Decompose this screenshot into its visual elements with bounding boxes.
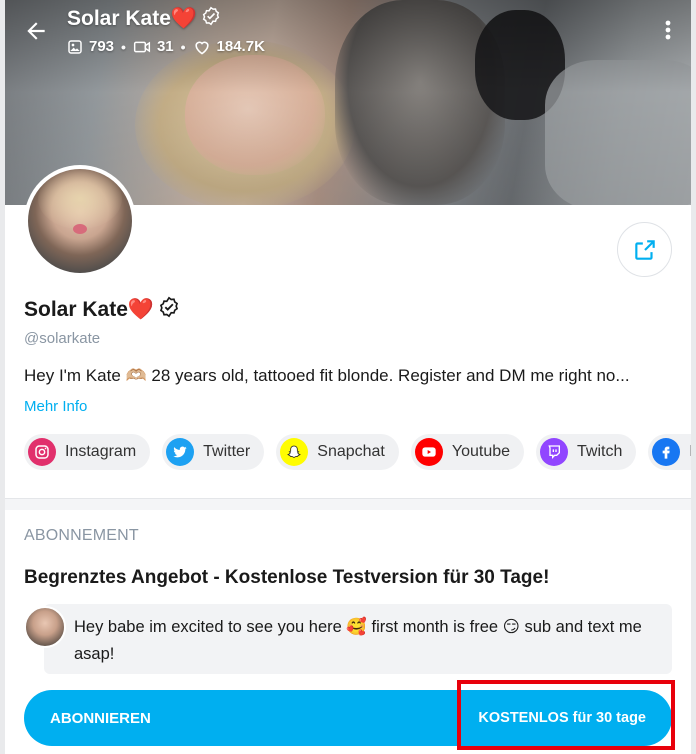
- share-button[interactable]: [617, 222, 672, 277]
- avatar-image: [28, 169, 132, 273]
- back-arrow-icon[interactable]: [23, 18, 49, 44]
- more-info-link[interactable]: Mehr Info: [24, 398, 87, 415]
- social-chip-facebook[interactable]: Fa: [648, 434, 691, 470]
- profile-handle: @solarkate: [24, 330, 101, 347]
- video-icon: [133, 41, 151, 52]
- twitch-icon: [540, 438, 569, 466]
- subscription-heading: ABONNEMENT: [24, 527, 139, 544]
- message-bubble: Hey babe im excited to see you here 🥰 fi…: [44, 604, 672, 674]
- social-chip-instagram[interactable]: Instagram: [24, 434, 151, 470]
- likes-count: 184.7K: [216, 38, 265, 55]
- social-chip-snapchat[interactable]: Snapchat: [276, 434, 399, 470]
- image-icon: [68, 39, 82, 54]
- likes-stat[interactable]: 184.7K: [193, 38, 265, 55]
- heart-icon: [194, 41, 209, 54]
- videos-stat[interactable]: 31: [133, 38, 174, 55]
- verified-icon: [158, 296, 180, 324]
- social-links: Instagram Twitter Snapchat Youtube Twitc…: [24, 434, 691, 472]
- profile-name-row: Solar Kate❤️: [24, 296, 180, 324]
- subscribe-label: ABONNIEREN: [50, 709, 151, 727]
- verified-icon: [201, 6, 221, 32]
- social-label: Snapchat: [317, 443, 385, 460]
- more-options-icon[interactable]: [663, 18, 673, 42]
- avatar[interactable]: [24, 165, 136, 277]
- header-stats: 793 • 31 • 184.7K: [67, 38, 265, 55]
- snapchat-icon: [280, 438, 309, 466]
- facebook-icon: [652, 438, 681, 466]
- instagram-icon: [28, 438, 56, 466]
- social-label: Youtube: [451, 443, 511, 460]
- offer-title: Begrenztes Angebot - Kostenlose Testvers…: [24, 567, 550, 588]
- top-bar: Solar Kate❤️ 793 • 31 • 184.7K: [5, 0, 691, 62]
- profile-bio: Hey I'm Kate 🫶🏼 28 years old, tattooed f…: [24, 366, 630, 385]
- social-chip-twitch[interactable]: Twitch: [536, 434, 637, 470]
- message-avatar: [24, 606, 66, 648]
- share-icon: [634, 239, 655, 260]
- videos-count: 31: [156, 38, 174, 55]
- youtube-icon: [414, 438, 443, 466]
- header-title-block: Solar Kate❤️ 793 • 31 • 184.7K: [67, 6, 265, 55]
- photos-count: 793: [89, 38, 115, 55]
- header-name: Solar Kate❤️: [67, 7, 198, 30]
- social-label: Twitter: [203, 443, 251, 460]
- profile-name: Solar Kate❤️: [24, 298, 155, 321]
- social-label: Twitch: [577, 443, 623, 460]
- stat-separator: •: [180, 38, 186, 55]
- photos-stat[interactable]: 793: [67, 38, 114, 55]
- section-divider: [5, 498, 691, 510]
- creator-message: Hey babe im excited to see you here 🥰 fi…: [24, 604, 672, 674]
- stat-separator: •: [121, 38, 126, 55]
- highlight-box: [457, 680, 675, 750]
- social-chip-twitter[interactable]: Twitter: [162, 434, 265, 470]
- social-chip-youtube[interactable]: Youtube: [410, 434, 525, 470]
- twitter-icon: [166, 438, 195, 466]
- social-label: Instagram: [65, 443, 137, 460]
- social-label: Fa: [689, 443, 691, 461]
